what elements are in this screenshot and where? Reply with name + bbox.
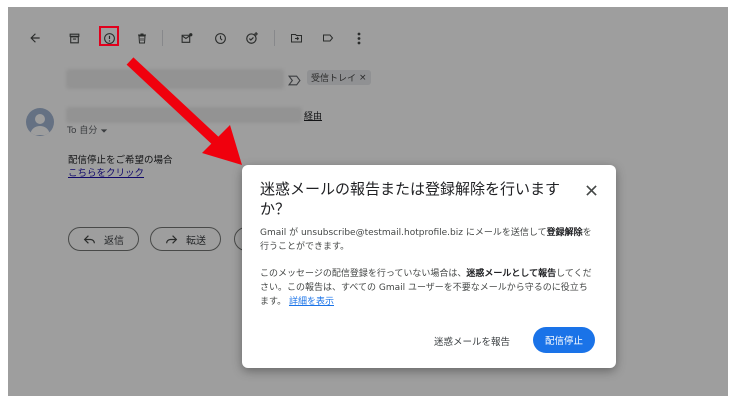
dialog-paragraph-1: Gmail が unsubscribe@testmail.hotprofile.… <box>260 226 596 254</box>
learn-more-link[interactable]: 詳細を表示 <box>289 297 334 307</box>
dialog-close-button[interactable] <box>582 181 600 199</box>
dialog-bold-text: 登録解除 <box>546 228 583 238</box>
dialog-title: 迷惑メールの報告または登録解除を行いますか？ <box>260 180 561 218</box>
close-icon <box>585 184 597 196</box>
unsubscribe-dialog: 迷惑メールの報告または登録解除を行いますか？ Gmail が unsubscri… <box>242 165 616 368</box>
dialog-paragraph-2: このメッセージの配信登録を行っていない場合は、迷惑メールとして報告してください。… <box>260 267 596 309</box>
unsubscribe-button[interactable]: 配信停止 <box>533 327 596 353</box>
gmail-window: 受信トレイ × 経由 To 自分 配信停止をご希望の場合 こちらをクリック 返信… <box>8 7 728 396</box>
dialog-bold-text: 迷惑メールとして報告 <box>466 269 557 279</box>
report-spam-dialog-button[interactable]: 迷惑メールを報告 <box>428 329 516 353</box>
dialog-text: このメッセージの配信登録を行っていない場合は、 <box>260 269 467 279</box>
dialog-text: Gmail が unsubscribe@testmail.hotprofile.… <box>260 228 547 238</box>
